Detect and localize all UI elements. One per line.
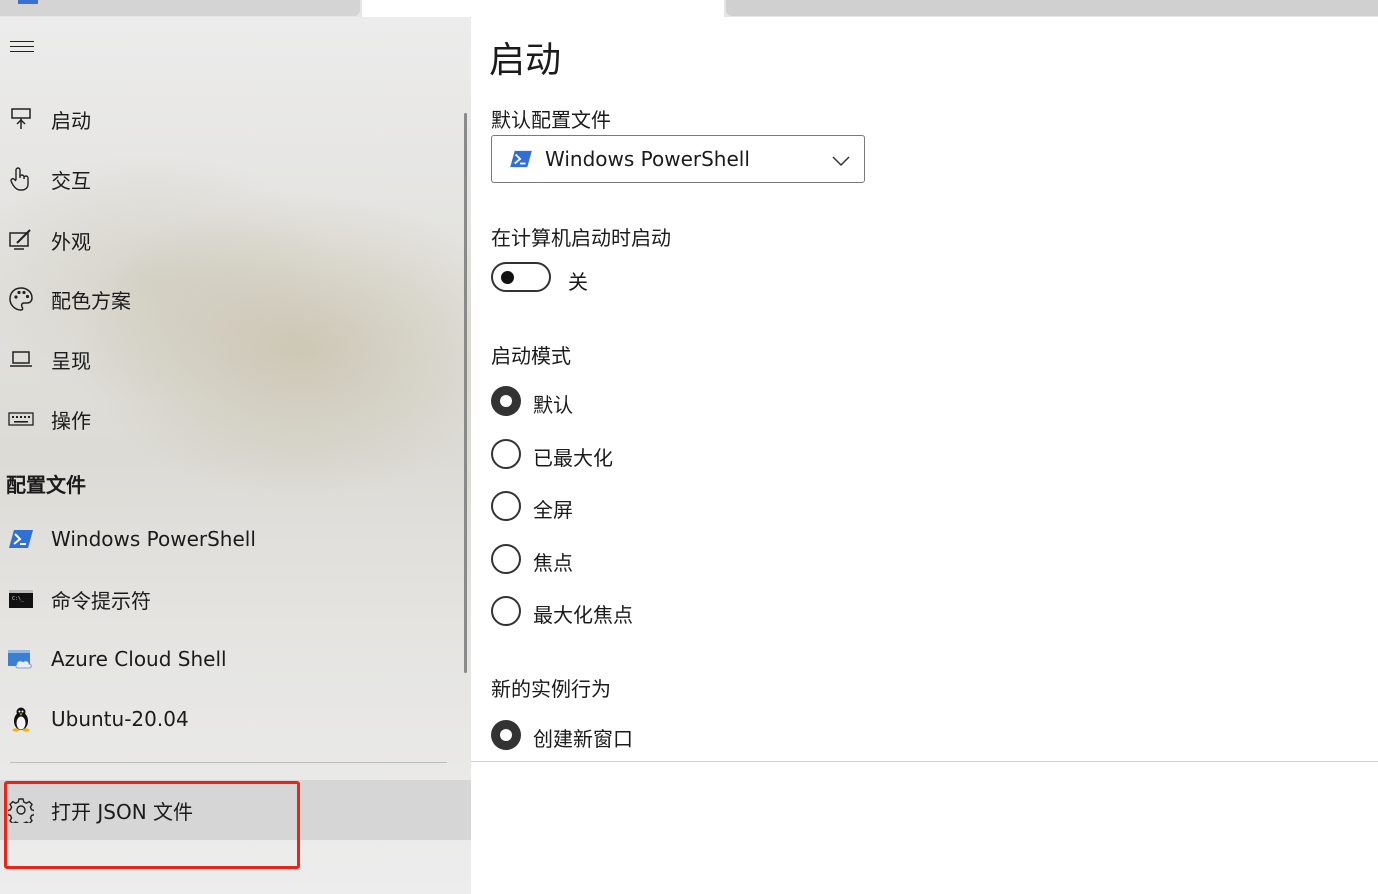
launch-on-startup-label: 在计算机启动时启动 [491, 226, 671, 250]
sidebar-item-profile-ubuntu[interactable]: Ubuntu-20.04 [0, 691, 460, 747]
sidebar-item-profile-azure[interactable]: Azure Cloud Shell [0, 631, 460, 687]
tab-other[interactable] [726, 0, 1378, 16]
keyboard-icon [8, 406, 34, 432]
sidebar-item-appearance[interactable]: 外观 [0, 212, 460, 268]
launch-icon [8, 106, 34, 132]
powershell-icon [510, 150, 532, 172]
sidebar-item-label: Windows PowerShell [51, 527, 256, 551]
tab-settings[interactable] [362, 0, 724, 17]
launch-on-startup-toggle[interactable] [491, 262, 551, 292]
sidebar-scrollbar[interactable] [464, 113, 467, 673]
sidebar-item-color-schemes[interactable]: 配色方案 [0, 271, 460, 327]
azure-cloud-shell-icon [8, 646, 34, 672]
sidebar-item-profile-cmd[interactable]: C:\_ 命令提示符 [0, 571, 460, 627]
hand-pointer-icon [8, 166, 34, 192]
sidebar-item-label: Ubuntu-20.04 [51, 707, 189, 731]
sidebar-item-rendering[interactable]: 呈现 [0, 331, 460, 387]
sidebar-item-actions[interactable]: 操作 [0, 391, 460, 447]
command-prompt-icon: C:\_ [8, 586, 34, 612]
default-profile-dropdown[interactable]: Windows PowerShell [491, 135, 865, 183]
sidebar-item-label: 启动 [51, 108, 91, 133]
profiles-section-header: 配置文件 [6, 473, 86, 497]
new-instance-radio-new-window[interactable] [491, 720, 521, 750]
radio-label: 默认 [533, 393, 573, 417]
hamburger-menu-icon[interactable] [10, 41, 34, 53]
highlight-annotation-box [4, 781, 300, 869]
sidebar-item-startup[interactable]: 启动 [0, 91, 460, 147]
toggle-knob [501, 271, 514, 284]
sidebar-item-profile-powershell[interactable]: Windows PowerShell [0, 511, 460, 567]
radio-label: 已最大化 [533, 446, 613, 470]
powershell-icon [8, 526, 34, 552]
tab-strip [0, 0, 1378, 17]
sidebar-item-label: 外观 [51, 229, 91, 254]
launch-mode-radio-maximized[interactable] [491, 439, 521, 469]
linux-penguin-icon [8, 706, 34, 732]
toggle-state-text: 关 [568, 270, 588, 294]
sidebar-item-label: 呈现 [51, 348, 91, 373]
settings-content: 启动 默认配置文件 Windows PowerShell 在计算机启动时启动 关… [471, 17, 1378, 894]
sidebar-item-label: 命令提示符 [51, 588, 151, 613]
launch-mode-label: 启动模式 [491, 344, 571, 368]
launch-mode-radio-fullscreen[interactable] [491, 491, 521, 521]
default-profile-value: Windows PowerShell [545, 147, 750, 171]
launch-mode-radio-focus[interactable] [491, 544, 521, 574]
tab-terminal[interactable] [0, 0, 360, 16]
new-instance-label: 新的实例行为 [491, 677, 611, 701]
radio-label: 焦点 [533, 551, 573, 575]
tab-icon [18, 0, 38, 4]
monitor-icon [8, 346, 34, 372]
sidebar-item-label: Azure Cloud Shell [51, 647, 227, 671]
launch-mode-radio-default[interactable] [491, 386, 521, 416]
sidebar-item-label: 配色方案 [51, 288, 131, 313]
radio-label: 创建新窗口 [533, 727, 633, 751]
sidebar-item-label: 交互 [51, 168, 91, 193]
radio-label: 全屏 [533, 498, 573, 522]
content-divider [471, 761, 1378, 762]
sidebar-item-label: 操作 [51, 408, 91, 433]
palette-icon [8, 286, 34, 312]
chevron-down-icon [832, 152, 850, 171]
svg-text:C:\_: C:\_ [12, 596, 25, 602]
sidebar-divider [10, 762, 447, 763]
sidebar: 启动 交互 外观 配色方案 呈现 操作 配置文件 Windows PowerSh… [0, 17, 471, 894]
sidebar-item-interaction[interactable]: 交互 [0, 151, 460, 207]
launch-mode-radio-maximized-focus[interactable] [491, 596, 521, 626]
radio-label: 最大化焦点 [533, 603, 633, 627]
edit-display-icon [8, 227, 34, 253]
page-title: 启动 [489, 40, 562, 81]
default-profile-label: 默认配置文件 [491, 108, 611, 132]
